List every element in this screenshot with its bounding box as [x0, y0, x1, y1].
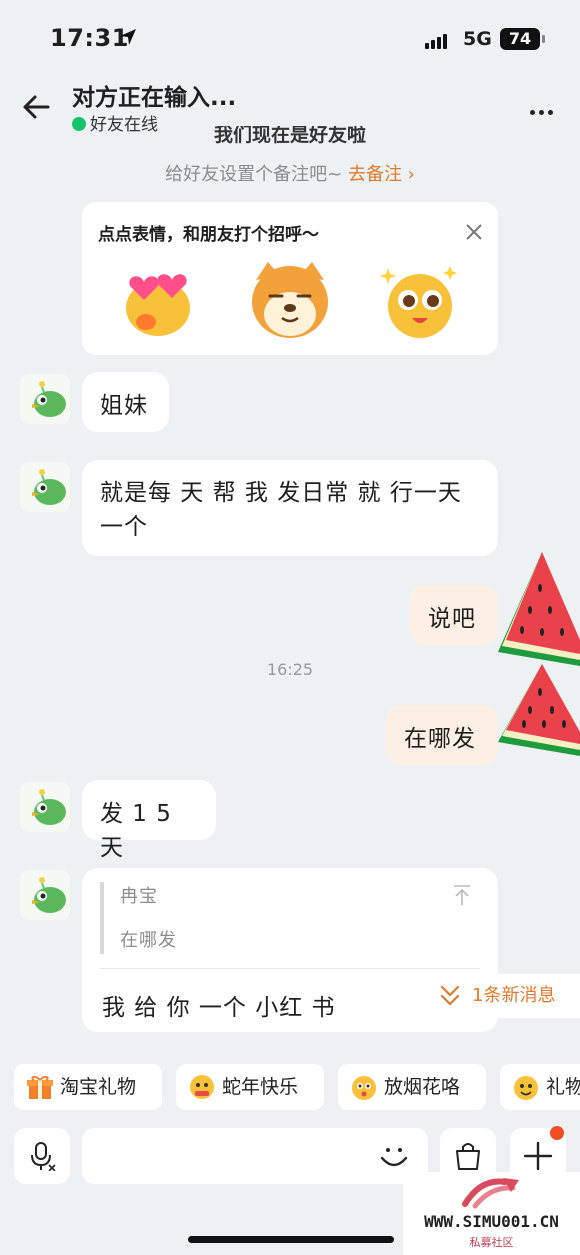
message-text: 就是每 天 帮 我 发日常 就 行一天 [100, 480, 462, 506]
message-text: 在哪发 [404, 726, 476, 752]
battery-icon: 74 [500, 28, 545, 50]
my-message-bubble[interactable]: 在哪发 [386, 705, 498, 765]
chip-gift[interactable]: 礼物 [500, 1064, 580, 1110]
remark-prompt: 给好友设置个备注吧~ 去备注 › [0, 160, 580, 186]
back-arrow-icon[interactable] [20, 90, 54, 124]
chip-label: 淘宝礼物 [60, 1076, 137, 1098]
message-text: 我 给 你 一个 小红 书 [102, 995, 336, 1021]
pin-top-icon [454, 885, 470, 905]
message-text-line-2: 一个 [100, 514, 148, 540]
set-remark-link[interactable]: 去备注 › [348, 164, 415, 185]
close-icon[interactable] [464, 222, 484, 242]
message-bubble[interactable]: 发 1 5 天 [82, 780, 216, 861]
plus-icon [523, 1141, 553, 1171]
shiba-dog-sticker-icon[interactable] [248, 258, 332, 342]
message-bubble[interactable]: 姐妹 [82, 372, 169, 432]
location-arrow-icon [120, 29, 136, 45]
friend-avatar[interactable] [20, 462, 70, 512]
new-message-label: 1条新消息 [472, 985, 556, 1006]
quick-reply-chips: 淘宝礼物 蛇年快乐 放烟花咯 礼物 [0, 1064, 580, 1112]
shopping-bag-icon [456, 1143, 480, 1170]
quote-divider [100, 968, 480, 969]
message-input[interactable] [82, 1128, 428, 1184]
sticker-card-title: 点点表情，和朋友打个招呼～ [98, 225, 319, 245]
message-text: 姐妹 [100, 393, 148, 419]
my-message-bubble[interactable]: 说吧 [410, 585, 498, 645]
chip-fireworks[interactable]: 放烟花咯 [338, 1064, 486, 1110]
gift-icon [27, 1075, 53, 1099]
friends-notice: 我们现在是好友啦 [0, 126, 580, 146]
sparkle-emoji-sticker-icon[interactable] [378, 258, 462, 342]
message-timestamp: 16:25 [266, 660, 314, 679]
emoji-face-icon [514, 1076, 538, 1100]
quoted-text: 在哪发 [120, 930, 177, 951]
watermark-subtitle: 私募社区 [469, 1236, 514, 1249]
watermelon-avatar-icon[interactable] [496, 548, 580, 672]
double-chevron-down-icon [440, 985, 460, 1006]
new-message-pill[interactable]: 1条新消息 [422, 974, 580, 1018]
chip-snake-year[interactable]: 蛇年快乐 [176, 1064, 324, 1110]
watermelon-avatar-icon[interactable] [496, 660, 580, 760]
more-options-icon[interactable] [530, 100, 557, 119]
message-text: 说吧 [428, 606, 476, 632]
emoji-face-icon [190, 1075, 214, 1099]
chip-taobao-gift[interactable]: 淘宝礼物 [14, 1064, 162, 1110]
microphone-icon [31, 1142, 56, 1171]
friend-avatar[interactable] [20, 782, 70, 832]
emoji-face-icon [352, 1076, 376, 1100]
status-bar: 17:31 5G 74 [0, 0, 580, 72]
battery-level: 74 [508, 29, 532, 48]
chip-label: 礼物 [546, 1076, 580, 1098]
sticker-greeting-card: 点点表情，和朋友打个招呼～ [82, 202, 498, 355]
chip-label: 放烟花咯 [384, 1076, 461, 1098]
friend-avatar[interactable] [20, 870, 70, 920]
watermark-logo-icon [462, 1178, 519, 1209]
network-type: 5G [463, 28, 492, 50]
chat-title: 对方正在输入... [72, 85, 237, 111]
emoji-smile-icon[interactable] [378, 1140, 410, 1172]
watermark-site: WWW.SIMU001.CN [424, 1212, 559, 1231]
heart-eyes-sticker-icon[interactable] [116, 258, 200, 342]
message-text: 发 1 5 天 [100, 801, 172, 861]
notification-dot [550, 1126, 564, 1140]
message-bubble[interactable]: 就是每 天 帮 我 发日常 就 行一天 一个 [82, 460, 498, 556]
voice-input-button[interactable] [14, 1128, 70, 1184]
watermark: WWW.SIMU001.CN 私募社区 [403, 1172, 580, 1255]
friend-avatar[interactable] [20, 374, 70, 424]
remark-prompt-label: 给好友设置个备注吧~ [165, 164, 343, 185]
quoted-sender-name: 冉宝 [120, 886, 158, 907]
friends-notice-label: 我们现在是好友啦 [213, 126, 366, 146]
chip-label: 蛇年快乐 [222, 1076, 299, 1098]
quoted-message[interactable]: 冉宝 在哪发 [100, 882, 480, 954]
signal-icon [425, 30, 449, 49]
home-indicator [188, 1236, 394, 1243]
